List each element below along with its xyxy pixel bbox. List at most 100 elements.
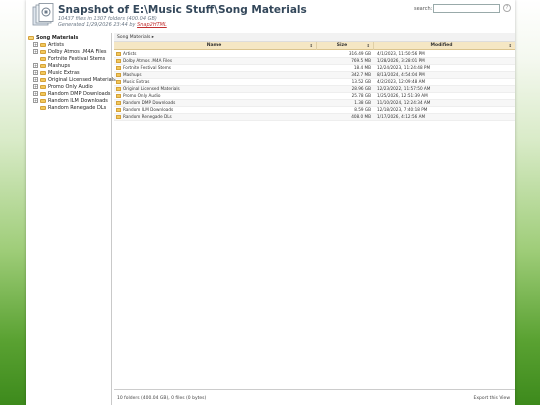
page-title: Snapshot of E:\Music Stuff\Song Material… <box>58 4 307 16</box>
export-view-link[interactable]: Export this View <box>474 396 510 401</box>
folder-icon <box>40 84 46 89</box>
snapshot-window: Snapshot of E:\Music Stuff\Song Material… <box>26 0 515 405</box>
snapshot-app-icon <box>32 3 54 26</box>
generated-prefix: Generated 1/29/2026 23:44 by <box>58 22 138 28</box>
column-header-name[interactable]: Name ⇕ <box>114 42 317 50</box>
column-size-label: Size <box>336 43 348 48</box>
folder-icon <box>40 91 46 96</box>
row-name: Random Renegade DLs <box>123 114 172 119</box>
folder-icon <box>40 105 46 110</box>
tree-item-label: Fortnite Festival Stems <box>48 56 106 62</box>
file-list-panel: Song Materials ▸ Name ⇕ Size ⇕ Modified ⇕ A… <box>114 33 515 405</box>
expand-icon <box>33 56 38 61</box>
tree-item-label: Music Extras <box>48 70 80 76</box>
table-row[interactable]: Random DMP Downloads 1.38 GB 11/10/2024, 1… <box>114 100 515 107</box>
folder-icon <box>116 52 121 56</box>
table-row[interactable]: Original Licensed Materials 28.96 GB 12/23… <box>114 86 515 93</box>
expand-icon[interactable]: + <box>33 70 38 75</box>
header: Snapshot of E:\Music Stuff\Song Material… <box>26 0 515 33</box>
row-size: 25.78 GB <box>351 93 371 98</box>
expand-icon[interactable]: + <box>33 49 38 54</box>
tree-item[interactable]: + Original Licensed Materials <box>33 77 116 83</box>
row-name: Random ILM Downloads <box>123 107 174 112</box>
tree-item[interactable]: Fortnite Festival Stems <box>33 56 105 62</box>
search-input[interactable] <box>433 4 500 13</box>
tree-item[interactable]: + Artists <box>33 42 64 48</box>
folder-icon <box>40 70 46 75</box>
status-bar: 10 folders (400.04 GB), 0 files (0 bytes… <box>114 389 515 405</box>
expand-icon[interactable]: + <box>33 91 38 96</box>
sort-icon: ⇕ <box>366 43 370 48</box>
row-name: Original Licensed Materials <box>123 86 180 91</box>
tree-item-label: Random DMP Downloads <box>48 91 111 97</box>
folder-icon <box>116 94 121 98</box>
row-modified: 1/17/2026, 4:12:56 AM <box>377 114 426 119</box>
folder-icon <box>116 66 121 70</box>
sort-icon: ⇕ <box>508 43 512 48</box>
column-name-label: Name <box>206 43 222 48</box>
folder-summary: 10 folders (400.04 GB), 0 files (0 bytes… <box>117 396 207 401</box>
tree-item[interactable]: + Random DMP Downloads <box>33 91 111 97</box>
row-size: 342.7 MB <box>351 72 371 77</box>
expand-icon[interactable]: + <box>33 84 38 89</box>
tree-item[interactable]: + Mashups <box>33 63 70 69</box>
column-header-modified[interactable]: Modified ⇕ <box>374 42 515 50</box>
row-modified: 4/1/2023, 11:50:56 PM <box>377 51 425 56</box>
table-header: Name ⇕ Size ⇕ Modified ⇕ <box>114 42 515 50</box>
row-name: Dolby Atmos .M4A Files <box>123 58 172 63</box>
tree-item-label: Random ILM Downloads <box>48 98 108 104</box>
row-size: 769.5 MB <box>351 58 371 63</box>
tree-item-label: Original Licensed Materials <box>48 77 116 83</box>
folder-icon <box>40 49 46 54</box>
table-row[interactable]: Dolby Atmos .M4A Files 769.5 MB 1/28/2026,… <box>114 58 515 65</box>
tree-root-label: Song Materials <box>36 35 79 41</box>
expand-icon[interactable]: + <box>33 77 38 82</box>
folder-icon <box>116 59 121 63</box>
row-name: Music Extras <box>123 79 150 84</box>
row-modified: 4/2/2023, 12:09:48 AM <box>377 79 426 84</box>
breadcrumb[interactable]: Song Materials ▸ <box>114 33 515 42</box>
row-name: Mashups <box>123 72 142 77</box>
expand-icon[interactable]: + <box>33 63 38 68</box>
tree-item-label: Promo Only Audio <box>48 84 93 90</box>
folder-tree: Song Materials + Artists + Dolby Atmos .M4… <box>26 33 116 405</box>
tree-root[interactable]: Song Materials <box>28 35 78 41</box>
row-size: 316.49 GB <box>348 51 371 56</box>
row-size: 1.38 GB <box>354 100 371 105</box>
table-row[interactable]: Random ILM Downloads 8.59 GB 12/18/2023, 7… <box>114 107 515 114</box>
search-label: search: <box>414 6 433 12</box>
row-modified: 12/23/2022, 11:57:50 AM <box>377 86 431 91</box>
tree-item[interactable]: Random Renegade DLs <box>33 105 106 111</box>
table-row[interactable]: Music Extras 13.52 GB 4/2/2023, 12:09:48 A… <box>114 79 515 86</box>
tree-item[interactable]: + Music Extras <box>33 70 80 76</box>
row-modified: 1/25/2026, 12:51:39 AM <box>377 93 428 98</box>
snap2html-link[interactable]: Snap2HTML <box>137 22 167 28</box>
column-header-size[interactable]: Size ⇕ <box>317 42 374 50</box>
expand-icon[interactable]: + <box>33 98 38 103</box>
folder-icon <box>116 87 121 91</box>
column-modified-label: Modified <box>430 43 453 48</box>
folder-icon <box>40 77 46 82</box>
row-name: Promo Only Audio <box>123 93 161 98</box>
tree-item-label: Artists <box>48 42 64 48</box>
folder-icon <box>116 73 121 77</box>
row-size: 28.96 GB <box>351 86 371 91</box>
tree-item-label: Mashups <box>48 63 71 69</box>
row-modified: 11/10/2024, 12:24:34 AM <box>377 100 431 105</box>
expand-icon <box>33 105 38 110</box>
row-size: 408.0 MB <box>351 114 371 119</box>
tree-item[interactable]: + Dolby Atmos .M4A Files <box>33 49 107 55</box>
row-modified: 1/28/2026, 3:28:01 PM <box>377 58 425 63</box>
table-row[interactable]: Promo Only Audio 25.78 GB 1/25/2026, 12:51… <box>114 93 515 100</box>
expand-icon[interactable]: + <box>33 42 38 47</box>
tree-item[interactable]: + Promo Only Audio <box>33 84 93 90</box>
table-row[interactable]: Artists 316.49 GB 4/1/2023, 11:50:56 PM <box>114 51 515 58</box>
table-row[interactable]: Fortnite Festival Stems 18.4 MB 12/24/2023… <box>114 65 515 72</box>
row-modified: 12/24/2023, 11:24:48 PM <box>377 65 431 70</box>
folder-icon <box>40 42 46 47</box>
table-row[interactable]: Random Renegade DLs 408.0 MB 1/17/2026, 4:… <box>114 114 515 121</box>
help-icon[interactable]: ? <box>503 4 511 12</box>
tree-item[interactable]: + Random ILM Downloads <box>33 98 108 104</box>
table-row[interactable]: Mashups 342.7 MB 8/13/2024, 4:54:04 PM <box>114 72 515 79</box>
sort-icon: ⇕ <box>309 43 313 48</box>
